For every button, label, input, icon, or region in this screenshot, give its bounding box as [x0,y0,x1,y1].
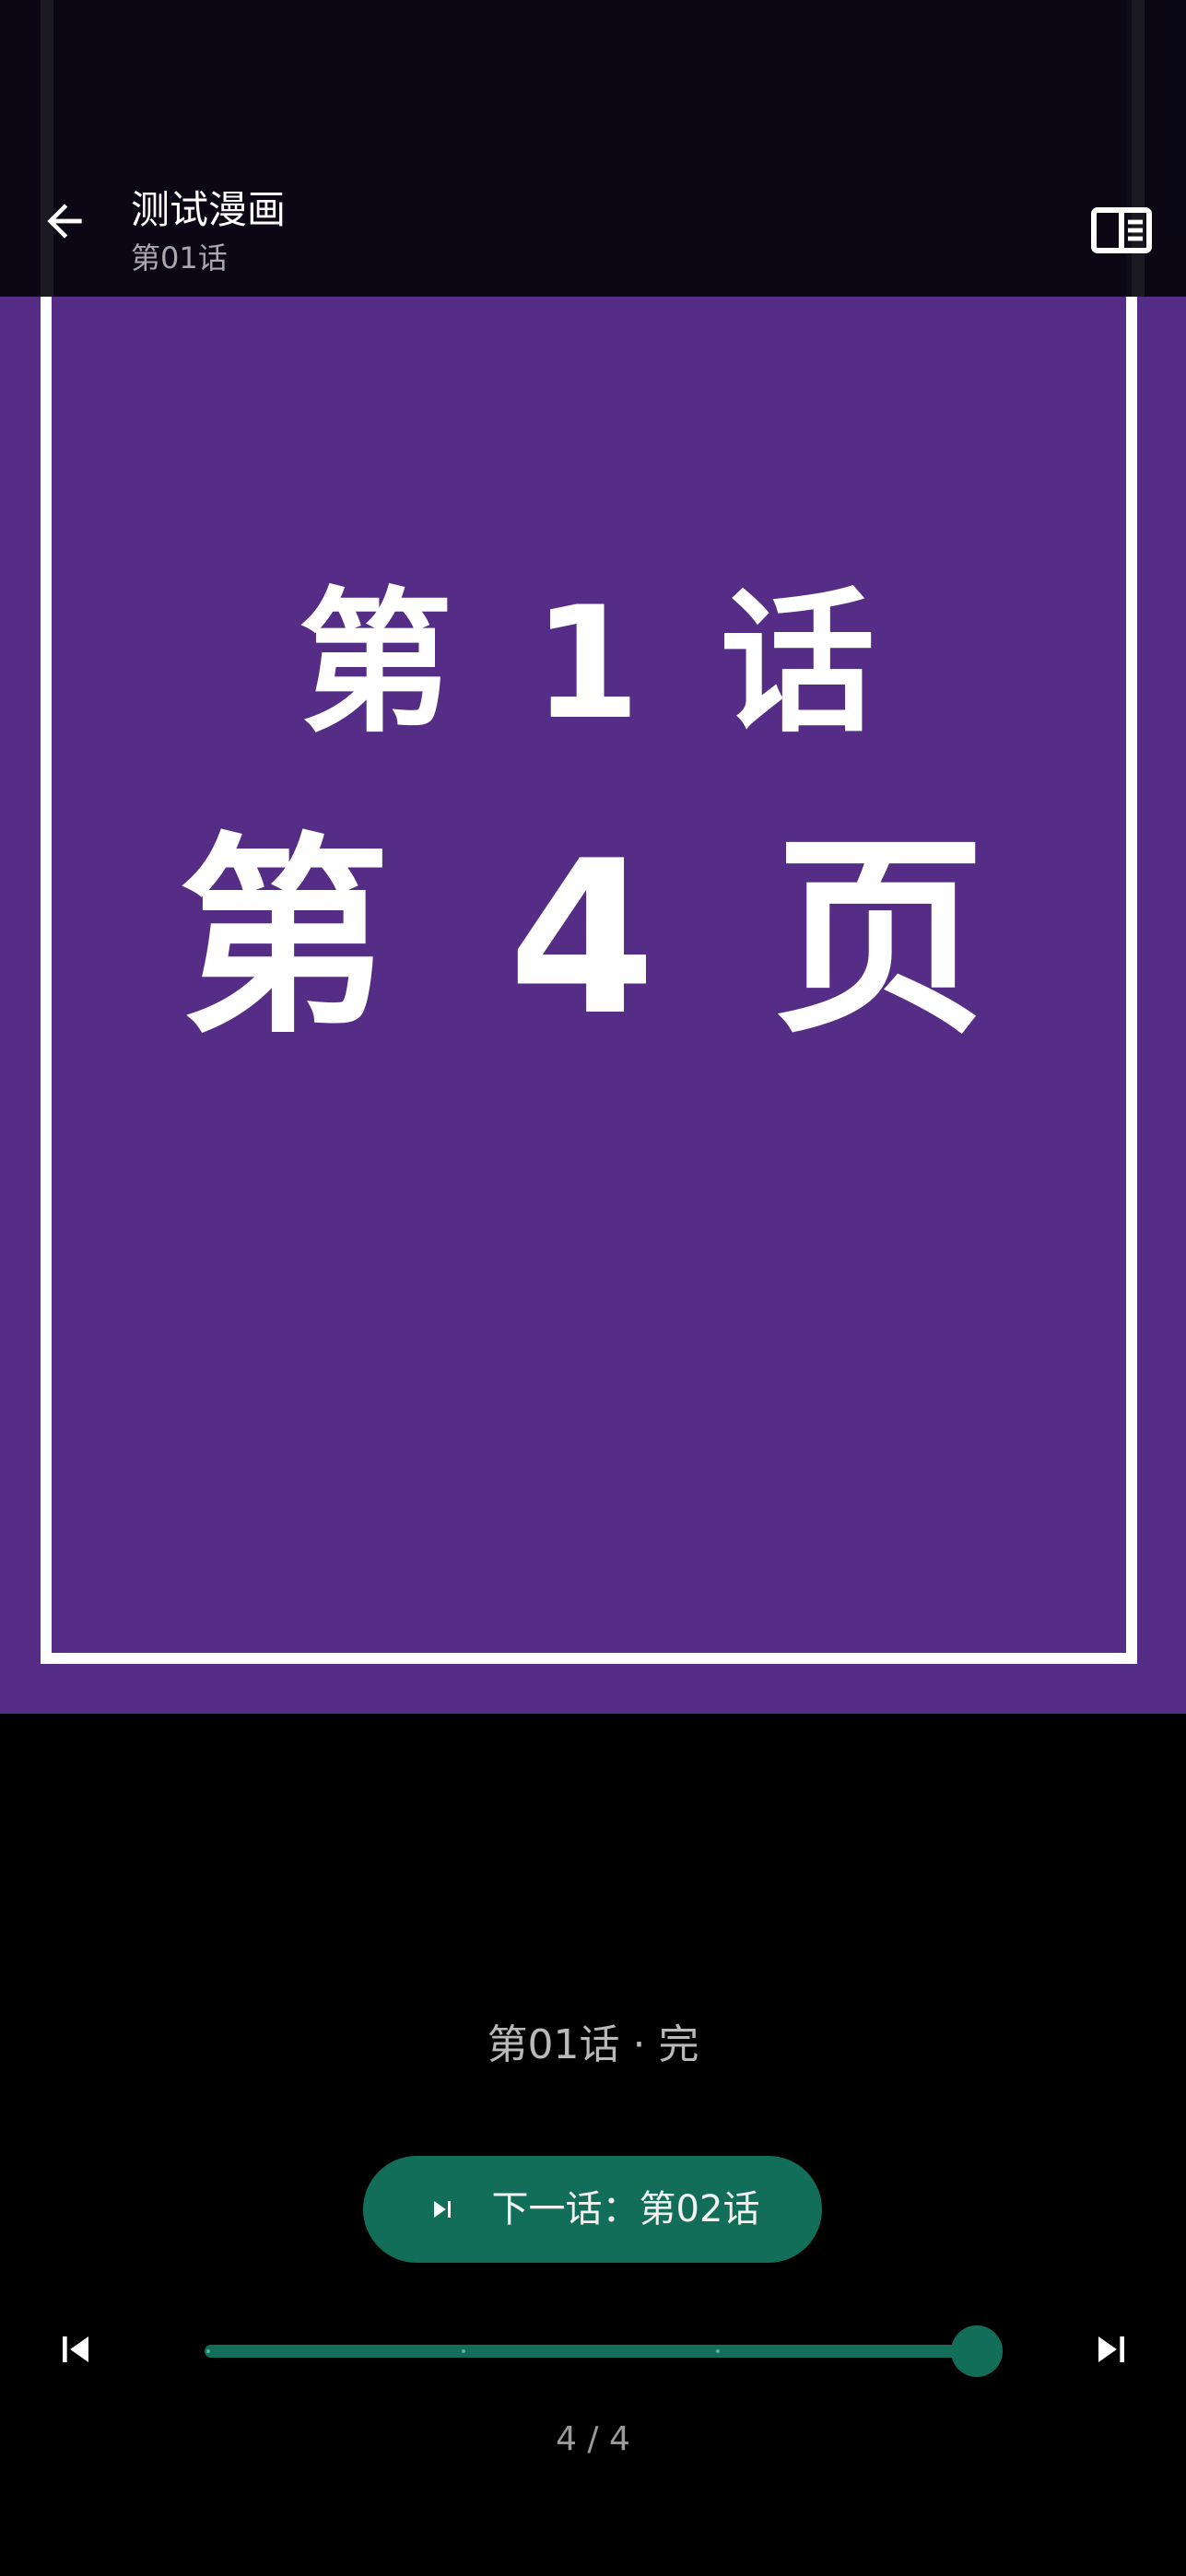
chapter-subtitle: 第01话 [131,240,228,275]
slider-tick [206,2349,210,2353]
previous-chapter-button[interactable] [42,2316,109,2383]
next-chapter-button[interactable]: 下一话：第02话 [363,2156,822,2263]
next-chapter-icon-button[interactable] [1078,2316,1145,2383]
page-slider[interactable] [205,2345,977,2358]
arrow-left-icon [47,204,82,239]
page-number-text: 第 4 页 [178,816,1008,1062]
slider-tick [716,2349,721,2353]
slider-tick [461,2349,465,2353]
back-button[interactable] [28,184,101,258]
comic-title: 测试漫画 [131,187,287,232]
page-slider-thumb[interactable] [951,2325,1003,2377]
skip-previous-icon [63,2336,88,2362]
chapter-end-label: 第01话 · 完 [487,2021,699,2068]
page-indicator: 4 / 4 [556,2420,630,2458]
page-chapter-text: 第 1 话 [298,573,888,754]
skip-next-icon [1098,2336,1124,2362]
reading-mode-button[interactable] [1084,197,1159,263]
skip-next-icon [426,2193,459,2226]
reading-mode-icon [1091,207,1152,253]
top-app-bar: 测试漫画 第01话 [0,0,1186,297]
next-chapter-label: 下一话：第02话 [491,2188,760,2231]
